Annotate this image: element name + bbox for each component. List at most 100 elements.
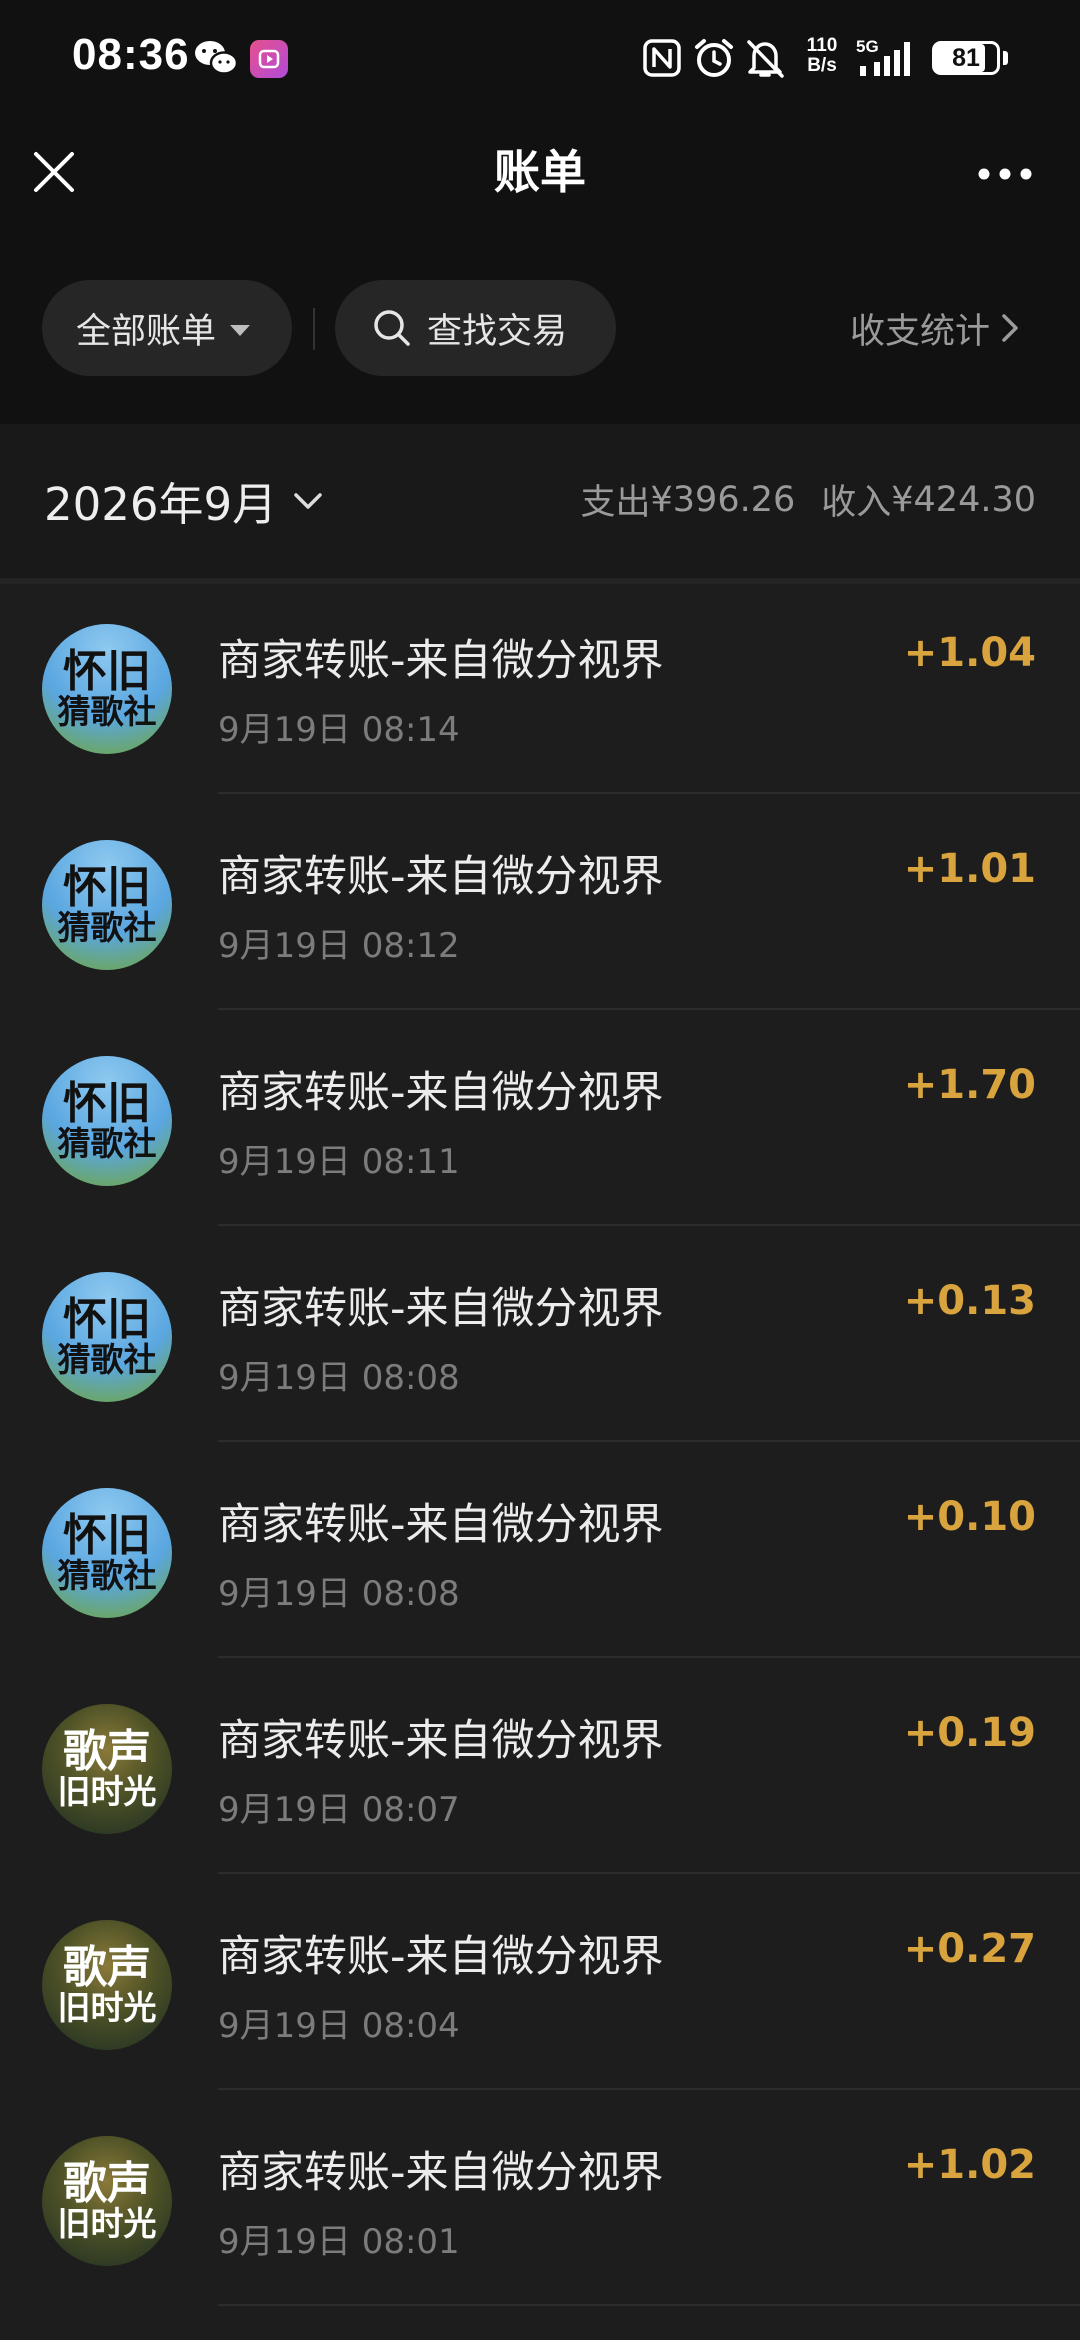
month-label: 2026年9月 [44,478,278,531]
transaction-row[interactable]: 怀旧 猜歌社 商家转账-来自微分视界 9月19日 08:08 +0.13 [0,1226,1080,1442]
transaction-row[interactable]: 怀旧 猜歌社 商家转账-来自微分视界 9月19日 08:14 +1.04 [0,578,1080,794]
income-value: ¥424.30 [891,479,1036,520]
transaction-row[interactable]: 怀旧 猜歌社 商家转账-来自微分视界 9月19日 08:12 +1.01 [0,794,1080,1010]
transaction-time: 9月19日 08:04 [218,2006,460,2046]
net-speed: 110 B/s [798,36,846,76]
transaction-amount: +0.13 [903,1278,1036,1324]
close-button[interactable] [22,140,86,204]
transaction-time: 9月19日 08:08 [218,1358,460,1398]
stats-label: 收支统计 [850,311,991,352]
avatar-line1: 歌声 [63,2157,151,2209]
transaction-amount: +0.10 [903,1494,1036,1540]
net-speed-value: 110 [806,35,838,56]
net-speed-unit: B/s [807,55,837,76]
merchant-avatar: 怀旧 猜歌社 [42,1488,172,1618]
avatar-line1: 歌声 [63,1725,151,1777]
status-time: 08:36 [72,30,190,79]
transaction-title: 商家转账-来自微分视界 [218,2148,664,2198]
row-divider [218,2304,1080,2306]
status-bar: 08:36 110 B/s 5G 81 [0,0,1080,120]
transaction-row[interactable]: 歌声 旧时光 商家转账-来自微分视界 9月19日 08:01 +1.02 [0,2090,1080,2306]
avatar-line2: 猜歌社 [57,1123,157,1163]
avatar-line2: 旧时光 [57,1771,157,1811]
wechat-icon [193,38,239,78]
chevron-right-icon [1000,312,1020,344]
income-expense-stats-link[interactable]: 收支统计 [850,300,1020,356]
caret-down-icon [230,324,251,336]
nfc-icon [642,38,682,78]
alarm-icon [692,36,736,80]
battery-tip [1003,51,1008,65]
month-selector[interactable]: 2026年9月 [44,468,323,533]
transaction-row[interactable]: 怀旧 猜歌社 商家转账-来自微分视界 9月19日 08:08 +0.10 [0,1442,1080,1658]
transaction-title: 商家转账-来自微分视界 [218,1932,664,1982]
merchant-avatar: 歌声 旧时光 [42,1704,172,1834]
avatar-line2: 猜歌社 [57,691,157,731]
merchant-avatar: 怀旧 猜歌社 [42,1272,172,1402]
search-label: 查找交易 [427,311,568,352]
transaction-amount: +1.04 [903,630,1036,676]
signal-icon: 5G [854,36,918,80]
search-transactions-button[interactable]: 查找交易 [335,280,616,376]
all-bills-filter[interactable]: 全部账单 [42,280,292,376]
transaction-title: 商家转账-来自微分视界 [218,1500,664,1550]
chevron-down-icon [293,490,323,512]
transaction-amount: +1.02 [903,2142,1036,2188]
avatar-line1: 怀旧 [63,645,151,697]
avatar-line1: 怀旧 [63,1077,151,1129]
avatar-line1: 怀旧 [63,861,151,913]
transaction-title: 商家转账-来自微分视界 [218,852,664,902]
avatar-line2: 猜歌社 [57,1339,157,1379]
transaction-amount: +0.27 [903,1926,1036,1972]
income-label: 收入 [821,483,892,523]
transaction-title: 商家转账-来自微分视界 [218,636,664,686]
month-header: 2026年9月 支出 ¥396.26 收入 ¥424.30 [0,424,1080,578]
merchant-avatar: 怀旧 猜歌社 [42,1056,172,1186]
transaction-title: 商家转账-来自微分视界 [218,1716,664,1766]
transaction-title: 商家转账-来自微分视界 [218,1284,664,1334]
merchant-avatar: 怀旧 猜歌社 [42,624,172,754]
transaction-time: 9月19日 08:14 [218,710,460,750]
mute-icon [744,36,786,80]
transaction-time: 9月19日 08:11 [218,1142,460,1182]
transaction-amount: +1.01 [903,846,1036,892]
transaction-title: 商家转账-来自微分视界 [218,1068,664,1118]
avatar-line2: 旧时光 [57,1987,157,2027]
avatar-line1: 歌声 [63,1941,151,1993]
transaction-amount: +1.70 [903,1062,1036,1108]
page-title: 账单 [494,145,586,199]
transaction-amount: +0.19 [903,1710,1036,1756]
avatar-line2: 猜歌社 [57,907,157,947]
expense-label: 支出 [580,483,651,523]
income-summary: 收入 ¥424.30 [821,474,1036,525]
search-icon [371,307,413,349]
battery-icon: 81 [932,41,1000,75]
month-summary: 支出 ¥396.26 收入 ¥424.30 [581,474,1037,525]
expense-value: ¥396.26 [650,479,796,520]
expense-summary: 支出 ¥396.26 [581,474,796,525]
transaction-time: 9月19日 08:01 [218,2222,460,2262]
transaction-row[interactable]: 歌声 旧时光 商家转账-来自微分视界 9月19日 08:04 +0.27 [0,1874,1080,2090]
avatar-line1: 怀旧 [63,1509,151,1561]
all-bills-label: 全部账单 [76,311,217,352]
merchant-avatar: 歌声 旧时光 [42,1920,172,2050]
transaction-row[interactable]: 怀旧 猜歌社 商家转账-来自微分视界 9月19日 08:11 +1.70 [0,1010,1080,1226]
merchant-avatar: 歌声 旧时光 [42,2136,172,2266]
transaction-list: 怀旧 猜歌社 商家转账-来自微分视界 9月19日 08:14 +1.04 怀旧 … [0,578,1080,2340]
transaction-time: 9月19日 08:07 [218,1790,460,1830]
avatar-line2: 猜歌社 [57,1555,157,1595]
merchant-avatar: 怀旧 猜歌社 [42,840,172,970]
filter-divider [313,308,315,350]
more-icon [978,168,1032,180]
more-button[interactable] [970,146,1040,202]
transaction-row[interactable]: 歌声 旧时光 商家转账-来自微分视界 9月19日 08:07 +0.19 [0,1658,1080,1874]
transaction-time: 9月19日 08:08 [218,1574,460,1614]
avatar-line2: 旧时光 [57,2203,157,2243]
close-icon [34,152,74,192]
video-app-icon [250,40,288,78]
battery-text: 81 [952,43,980,72]
avatar-line1: 怀旧 [63,1293,151,1345]
network-type: 5G [856,37,879,56]
header-area: 08:36 110 B/s 5G 81 账单 全部账单 查找交易 收支统计 20… [0,0,1080,578]
transaction-time: 9月19日 08:12 [218,926,460,966]
